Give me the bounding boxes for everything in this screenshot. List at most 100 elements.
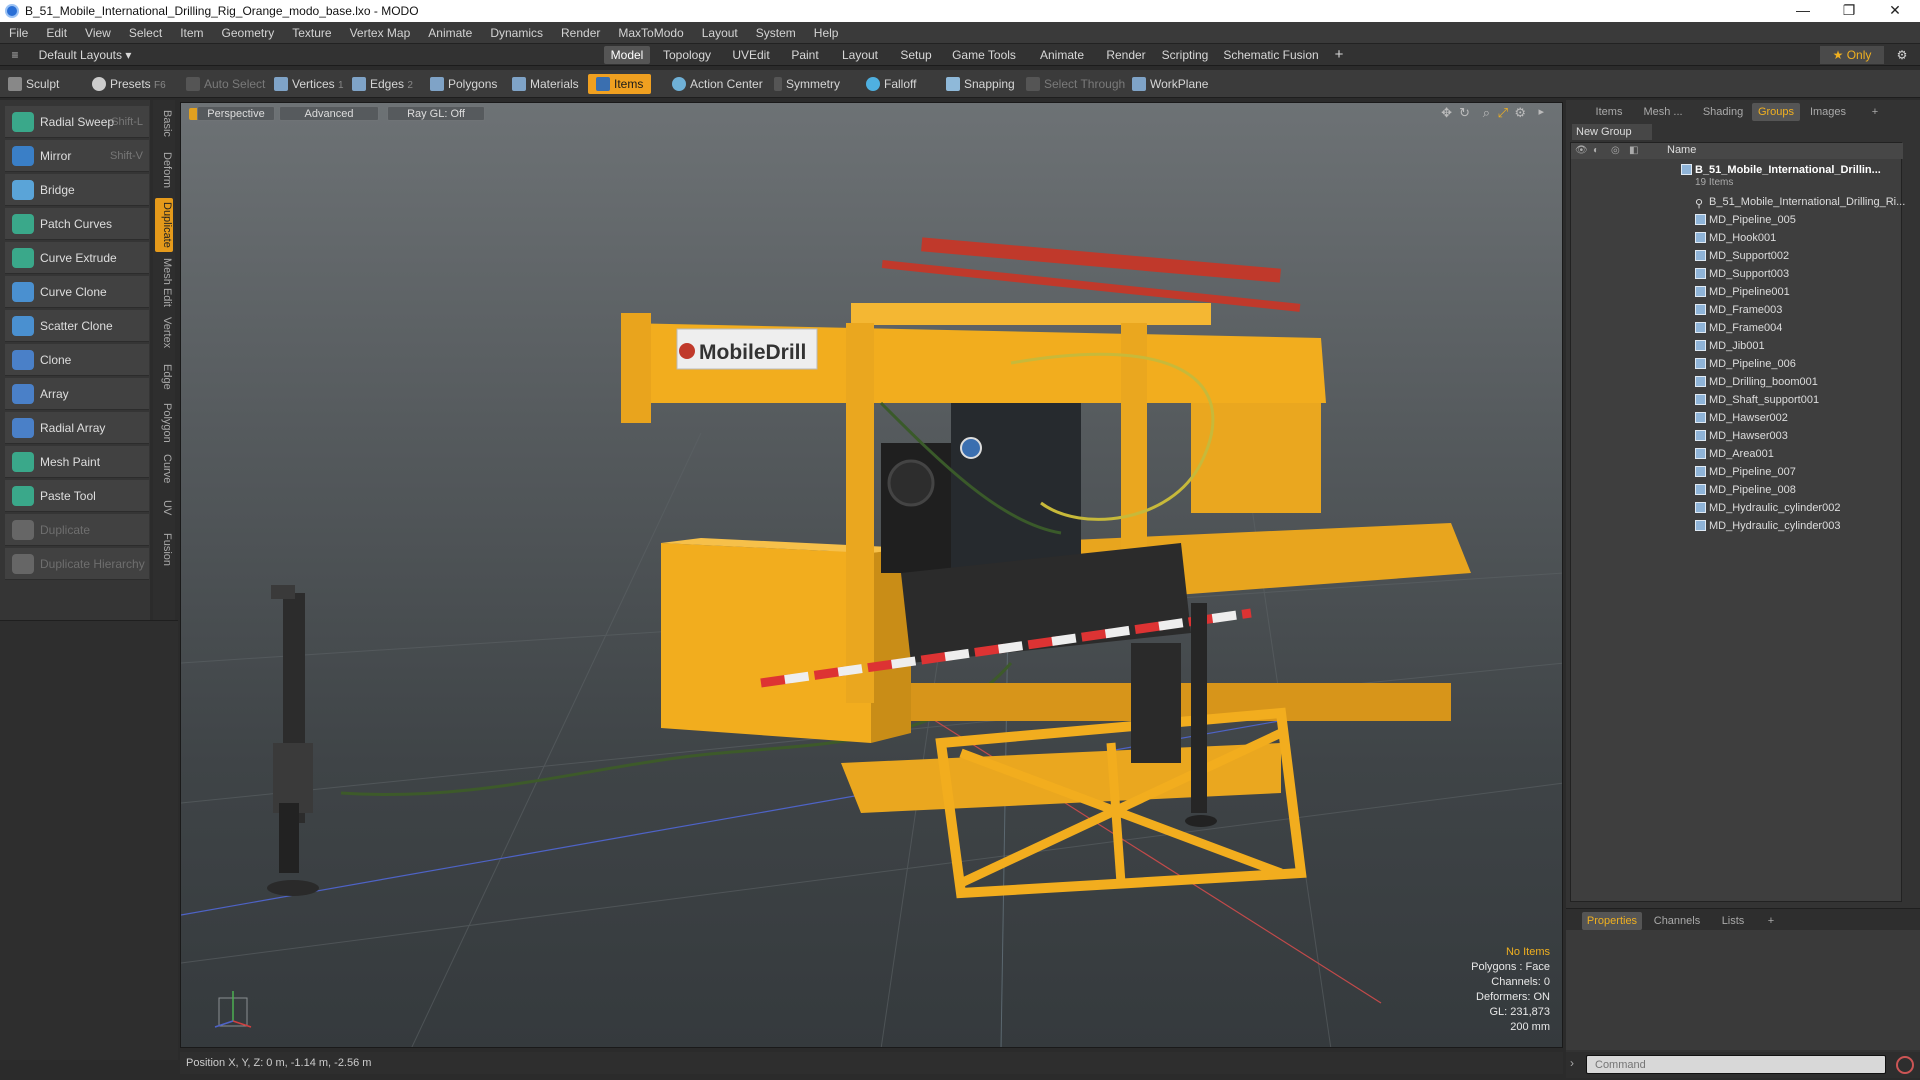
tool-curve-extrude[interactable]: Curve Extrude — [5, 242, 149, 274]
layout-tab-schematic-fusion[interactable]: Schematic Fusion — [1219, 46, 1323, 64]
tool-bridge[interactable]: Bridge — [5, 174, 149, 206]
group-item-row[interactable]: ⚲ B_51_Mobile_International_Drilling_Ri..… — [1571, 193, 1905, 211]
select-toggle-icon[interactable]: ◧ — [1629, 145, 1638, 156]
group-item-row[interactable]: MD_Drilling_boom001 — [1571, 373, 1903, 391]
panel-tab-groups[interactable]: Groups — [1752, 103, 1800, 121]
category-tab-vertex[interactable]: Vertex — [155, 312, 173, 354]
default-layouts-dropdown[interactable]: Default Layouts ▾ — [30, 46, 140, 64]
group-item-row[interactable]: MD_Jib001 — [1571, 337, 1903, 355]
menu-file[interactable]: File — [0, 26, 37, 40]
only-toggle[interactable]: ★ Only — [1820, 46, 1884, 64]
category-tab-edge[interactable]: Edge — [155, 358, 173, 396]
maximize-button[interactable]: ❐ — [1826, 0, 1872, 22]
group-item-row[interactable]: MD_Hawser003 — [1571, 427, 1903, 445]
panel-tab-shading[interactable]: Shading — [1700, 103, 1746, 121]
menu-view[interactable]: View — [76, 26, 120, 40]
panel-tab-images[interactable]: Images — [1806, 103, 1850, 121]
group-item-row[interactable]: MD_Hook001 — [1571, 229, 1903, 247]
hamburger-icon[interactable]: ≡ — [4, 46, 26, 64]
category-tab-mesh-edit[interactable]: Mesh Edit — [155, 256, 173, 308]
category-tab-duplicate[interactable]: Duplicate — [155, 198, 173, 252]
minimize-button[interactable]: — — [1780, 0, 1826, 22]
layout-tab-uvedit[interactable]: UVEdit — [724, 46, 778, 64]
group-item-row[interactable]: MD_Frame003 — [1571, 301, 1903, 319]
panel-tab-mesh[interactable]: Mesh ... — [1638, 103, 1688, 121]
menu-texture[interactable]: Texture — [283, 26, 340, 40]
add-properties-tab-button[interactable]: + — [1764, 912, 1778, 930]
edges-button[interactable]: Edges 2 — [352, 74, 413, 94]
tool-array[interactable]: Array — [5, 378, 149, 410]
bottom-tab-lists[interactable]: Lists — [1712, 912, 1754, 930]
falloff-button[interactable]: Falloff — [866, 74, 916, 94]
layout-tab-scripting[interactable]: Scripting — [1157, 46, 1213, 64]
layout-tab-game-tools[interactable]: Game Tools — [945, 46, 1023, 64]
add-layout-tab-button[interactable]: + — [1330, 46, 1348, 64]
layout-tab-layout[interactable]: Layout — [832, 46, 888, 64]
group-item-row[interactable]: MD_Hydraulic_cylinder003 — [1571, 517, 1903, 535]
group-item-row[interactable]: MD_Support002 — [1571, 247, 1903, 265]
menu-select[interactable]: Select — [120, 26, 171, 40]
menu-item[interactable]: Item — [171, 26, 212, 40]
snapping-button[interactable]: Snapping — [946, 74, 1015, 94]
menu-animate[interactable]: Animate — [419, 26, 481, 40]
category-tab-basic[interactable]: Basic — [155, 104, 173, 142]
category-tab-curve[interactable]: Curve — [155, 450, 173, 488]
layout-tab-animate[interactable]: Animate — [1029, 46, 1095, 64]
menu-maxtomodo[interactable]: MaxToModo — [609, 26, 692, 40]
tool-paste-tool[interactable]: Paste Tool — [5, 480, 149, 512]
tool-radial-array[interactable]: Radial Array — [5, 412, 149, 444]
tool-scatter-clone[interactable]: Scatter Clone — [5, 310, 149, 342]
group-item-row[interactable]: MD_Pipeline_008 — [1571, 481, 1903, 499]
polygons-button[interactable]: Polygons — [430, 74, 497, 94]
group-item-row[interactable]: MD_Pipeline001 — [1571, 283, 1903, 301]
menu-layout[interactable]: Layout — [693, 26, 747, 40]
new-group-button[interactable]: New Group — [1572, 124, 1652, 140]
layout-tab-topology[interactable]: Topology — [656, 46, 718, 64]
tool-mesh-paint[interactable]: Mesh Paint — [5, 446, 149, 478]
sculpt-button[interactable]: Sculpt — [8, 74, 59, 94]
category-tab-polygon[interactable]: Polygon — [155, 400, 173, 446]
workplane-button[interactable]: WorkPlane — [1132, 74, 1208, 94]
menu-vertex-map[interactable]: Vertex Map — [341, 26, 420, 40]
tool-mirror[interactable]: Mirror Shift-V — [5, 140, 149, 172]
action-center-button[interactable]: Action Center — [672, 74, 763, 94]
gear-icon[interactable]: ⚙ — [1892, 46, 1912, 64]
menu-system[interactable]: System — [747, 26, 805, 40]
menu-render[interactable]: Render — [552, 26, 609, 40]
visibility-eye-icon[interactable]: 👁 — [1575, 145, 1588, 156]
menu-edit[interactable]: Edit — [37, 26, 76, 40]
items-button[interactable]: Items — [588, 74, 652, 94]
record-icon[interactable] — [1896, 1056, 1914, 1074]
render-toggle-icon[interactable]: ◐ — [1593, 145, 1599, 156]
name-column-header[interactable]: Name — [1667, 144, 1696, 156]
lock-icon[interactable]: ◎ — [1611, 145, 1620, 156]
layout-tab-setup[interactable]: Setup — [893, 46, 939, 64]
tool-radial-sweep[interactable]: Radial Sweep Shift-L — [5, 106, 149, 138]
bottom-tab-properties[interactable]: Properties — [1582, 912, 1642, 930]
group-item-row[interactable]: MD_Frame004 — [1571, 319, 1903, 337]
layout-tab-render[interactable]: Render — [1101, 46, 1151, 64]
symmetry-button[interactable]: Symmetry — [774, 74, 840, 94]
menu-dynamics[interactable]: Dynamics — [481, 26, 552, 40]
group-item-row[interactable]: MD_Pipeline_006 — [1571, 355, 1903, 373]
group-item-row[interactable]: MD_Shaft_support001 — [1571, 391, 1903, 409]
group-item-row[interactable]: MD_Hawser002 — [1571, 409, 1903, 427]
materials-button[interactable]: Materials — [512, 74, 579, 94]
panel-tab-items[interactable]: Items — [1588, 103, 1630, 121]
group-item-row[interactable]: MD_Pipeline_005 — [1571, 211, 1903, 229]
vertices-button[interactable]: Vertices 1 — [274, 74, 344, 94]
close-button[interactable]: ✕ — [1872, 0, 1918, 22]
auto-select-button[interactable]: Auto Select — [186, 74, 265, 94]
tool-clone[interactable]: Clone — [5, 344, 149, 376]
category-tab-uv[interactable]: UV — [155, 492, 173, 524]
3d-viewport[interactable]: Perspective Advanced Ray GL: Off ✥ ↻ ⌕ ⤢… — [180, 102, 1563, 1048]
select-through-button[interactable]: Select Through — [1026, 74, 1125, 94]
category-tab-fusion[interactable]: Fusion — [155, 528, 173, 572]
bottom-tab-channels[interactable]: Channels — [1648, 912, 1706, 930]
group-item-row[interactable]: MD_Area001 — [1571, 445, 1903, 463]
menu-help[interactable]: Help — [805, 26, 848, 40]
category-tab-deform[interactable]: Deform — [155, 146, 173, 194]
layout-tab-paint[interactable]: Paint — [784, 46, 826, 64]
layout-tab-model[interactable]: Model — [604, 46, 650, 64]
tool-duplicate-hierarchy[interactable]: Duplicate Hierarchy — [5, 548, 149, 580]
